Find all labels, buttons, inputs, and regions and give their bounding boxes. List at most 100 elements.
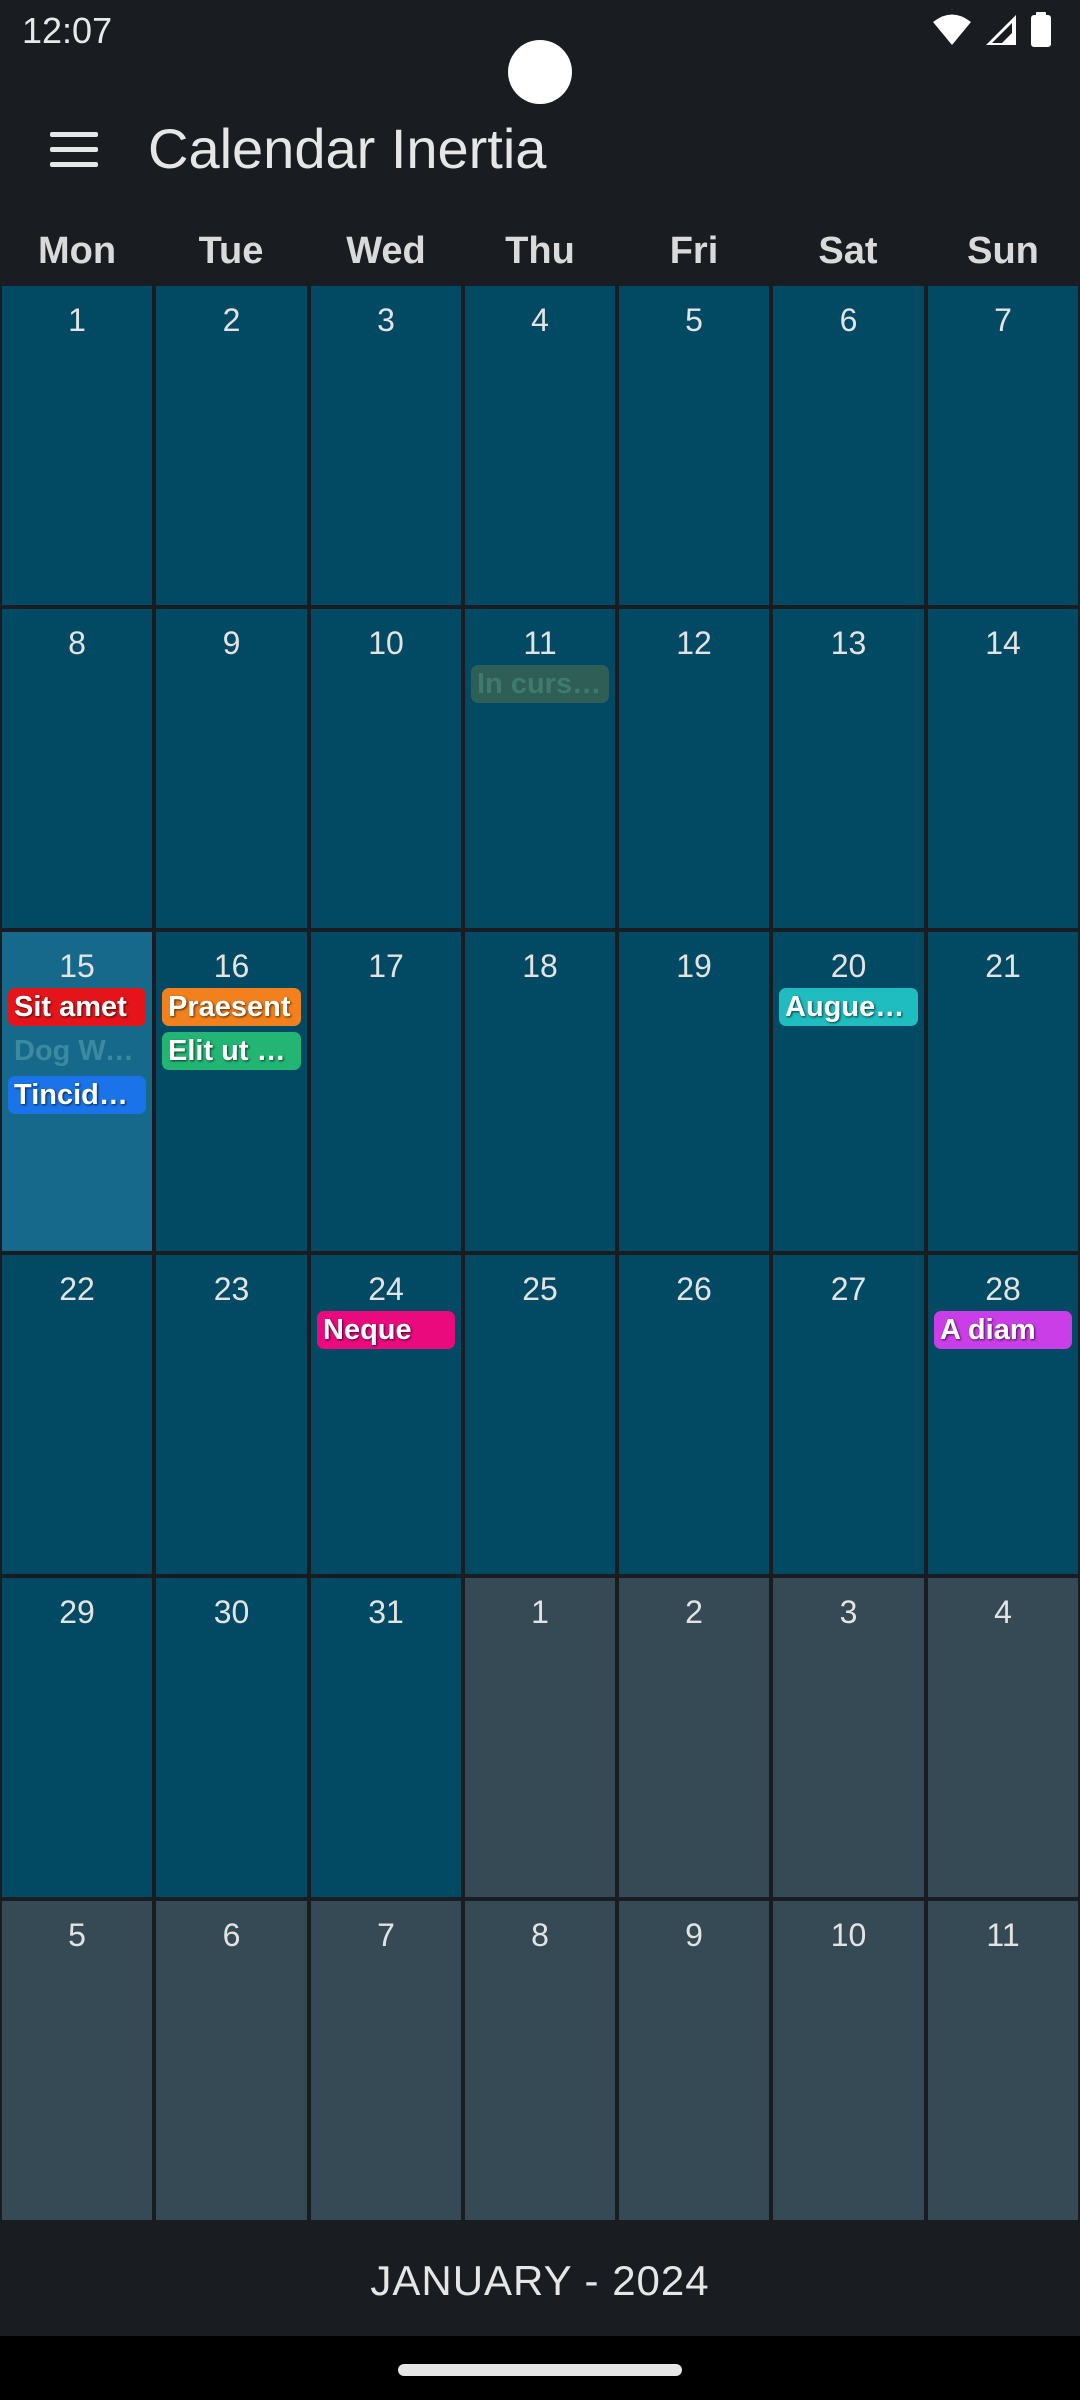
day-cell[interactable]: 7 bbox=[311, 1901, 461, 2220]
day-number: 7 bbox=[994, 302, 1012, 338]
battery-icon bbox=[1031, 12, 1051, 47]
day-number: 18 bbox=[522, 948, 558, 984]
weekday-label: Sun bbox=[967, 230, 1039, 272]
day-number: 13 bbox=[830, 625, 867, 661]
status-time: 12:07 bbox=[22, 10, 113, 51]
day-cell[interactable]: 19 bbox=[619, 932, 769, 1251]
navigation-bar bbox=[0, 2336, 1080, 2400]
day-cell[interactable]: 11 bbox=[928, 1901, 1078, 2220]
day-cell[interactable]: 23 bbox=[156, 1255, 307, 1574]
day-cell[interactable]: 26 bbox=[619, 1255, 769, 1574]
day-cell[interactable]: 29 bbox=[2, 1578, 152, 1897]
day-cell[interactable]: 5 bbox=[2, 1901, 152, 2220]
event-chip[interactable]: Praesent bbox=[162, 988, 301, 1026]
day-cell[interactable]: 6 bbox=[156, 1901, 307, 2220]
day-number: 6 bbox=[222, 1917, 241, 1953]
weekday-label: Tue bbox=[198, 230, 264, 272]
day-cell[interactable]: 12 bbox=[619, 609, 769, 928]
day-cell[interactable]: 11 In cursus bbox=[465, 609, 615, 928]
day-cell[interactable]: 10 bbox=[311, 609, 461, 928]
weekday-label: Fri bbox=[669, 230, 719, 272]
event-chip[interactable]: A diam bbox=[934, 1311, 1072, 1349]
weekday-header: Mon Tue Wed Thu Fri Sat Sun bbox=[0, 230, 1080, 286]
day-cell[interactable]: 27 bbox=[773, 1255, 924, 1574]
day-cell[interactable]: 8 bbox=[2, 609, 152, 928]
day-cell[interactable]: 18 bbox=[465, 932, 615, 1251]
day-cell[interactable]: 22 bbox=[2, 1255, 152, 1574]
day-cell[interactable]: 16 Praesent Elit ut aliquam bbox=[156, 932, 307, 1251]
day-cell[interactable]: 20 Augue lacus bbox=[773, 932, 924, 1251]
day-cell[interactable]: 2 bbox=[619, 1578, 769, 1897]
hamburger-menu-icon[interactable] bbox=[44, 122, 104, 178]
day-number: 5 bbox=[685, 302, 703, 338]
day-cell[interactable]: 28 A diam bbox=[928, 1255, 1078, 1574]
weekday-label: Thu bbox=[505, 230, 575, 272]
day-number: 17 bbox=[368, 948, 404, 984]
day-number: 25 bbox=[522, 1271, 558, 1307]
day-cell[interactable]: 14 bbox=[928, 609, 1078, 928]
day-number: 9 bbox=[685, 1917, 703, 1953]
event-chip[interactable]: Elit ut aliquam bbox=[162, 1032, 301, 1070]
day-number: 9 bbox=[222, 625, 241, 661]
day-number: 3 bbox=[377, 302, 395, 338]
day-number: 10 bbox=[368, 625, 404, 661]
day-cell[interactable]: 4 bbox=[928, 1578, 1078, 1897]
day-number: 15 bbox=[59, 948, 95, 984]
day-number: 30 bbox=[213, 1594, 250, 1630]
day-number: 7 bbox=[377, 1917, 395, 1953]
day-cell[interactable]: 1 bbox=[465, 1578, 615, 1897]
day-cell[interactable]: 10 bbox=[773, 1901, 924, 2220]
day-cell[interactable]: 13 bbox=[773, 609, 924, 928]
day-number: 29 bbox=[59, 1594, 95, 1630]
day-number: 14 bbox=[985, 625, 1021, 661]
day-cell[interactable]: 1 bbox=[2, 286, 152, 605]
day-cell[interactable]: 21 bbox=[928, 932, 1078, 1251]
event-chip[interactable]: Dog Walk bbox=[8, 1032, 146, 1070]
day-number: 4 bbox=[531, 302, 549, 338]
home-gesture-handle[interactable] bbox=[398, 2364, 682, 2376]
day-cell[interactable]: 24 Neque bbox=[311, 1255, 461, 1574]
day-number: 3 bbox=[839, 1594, 858, 1630]
event-chip[interactable]: In cursus bbox=[471, 665, 609, 703]
day-number: 24 bbox=[368, 1271, 404, 1307]
day-cell[interactable]: 31 bbox=[311, 1578, 461, 1897]
day-cell[interactable]: 3 bbox=[773, 1578, 924, 1897]
day-number: 21 bbox=[985, 948, 1021, 984]
day-number: 8 bbox=[531, 1917, 549, 1953]
event-chip[interactable]: Neque bbox=[317, 1311, 455, 1349]
day-cell[interactable]: 4 bbox=[465, 286, 615, 605]
day-cell[interactable]: 30 bbox=[156, 1578, 307, 1897]
day-cell[interactable]: 17 bbox=[311, 932, 461, 1251]
day-cell[interactable]: 9 bbox=[619, 1901, 769, 2220]
day-cell[interactable]: 15 Sit amet Dog Walk Tincidunt bbox=[2, 932, 152, 1251]
camera-cutout bbox=[508, 40, 572, 104]
day-number: 31 bbox=[368, 1594, 404, 1630]
day-cell[interactable]: 9 bbox=[156, 609, 307, 928]
app-bar: Calendar Inertia bbox=[0, 100, 1080, 200]
event-chip[interactable]: Sit amet bbox=[8, 988, 146, 1026]
day-cell[interactable]: 25 bbox=[465, 1255, 615, 1574]
day-cell[interactable]: 5 bbox=[619, 286, 769, 605]
day-number: 4 bbox=[994, 1594, 1012, 1630]
event-chip[interactable]: Augue lacus bbox=[779, 988, 918, 1026]
day-cell[interactable]: 8 bbox=[465, 1901, 615, 2220]
day-number: 19 bbox=[676, 948, 712, 984]
weekday-label: Sat bbox=[818, 230, 878, 272]
day-number: 26 bbox=[676, 1271, 712, 1307]
day-cell[interactable]: 7 bbox=[928, 286, 1078, 605]
day-number: 11 bbox=[986, 1917, 1020, 1953]
day-cell[interactable]: 3 bbox=[311, 286, 461, 605]
day-number: 11 bbox=[523, 625, 557, 661]
day-number: 6 bbox=[839, 302, 858, 338]
day-cell[interactable]: 2 bbox=[156, 286, 307, 605]
day-number: 23 bbox=[213, 1271, 250, 1307]
day-cell[interactable]: 6 bbox=[773, 286, 924, 605]
day-number: 1 bbox=[68, 302, 86, 338]
day-number: 22 bbox=[59, 1271, 95, 1307]
app-title: Calendar Inertia bbox=[148, 117, 547, 180]
day-number: 16 bbox=[213, 948, 250, 984]
cellular-signal-icon bbox=[986, 15, 1016, 45]
event-chip[interactable]: Tincidunt bbox=[8, 1076, 146, 1114]
day-number: 20 bbox=[830, 948, 867, 984]
day-number: 1 bbox=[531, 1594, 549, 1630]
